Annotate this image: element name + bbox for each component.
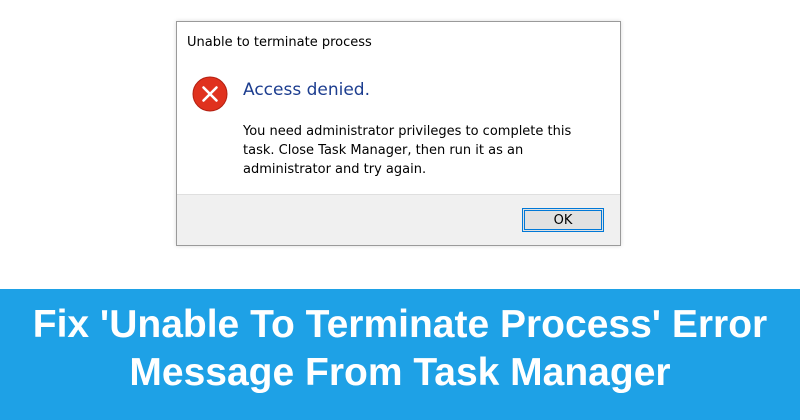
banner-title-line-2: Message From Task Manager [129, 351, 671, 394]
dialog-message: You need administrator privileges to com… [243, 124, 572, 177]
dialog-title: Unable to terminate process [187, 35, 372, 50]
title-banner: Fix 'Unable To Terminate Process' Error … [0, 289, 800, 420]
banner-title: Fix 'Unable To Terminate Process' Error … [0, 301, 800, 397]
dialog-footer: OK [177, 194, 620, 245]
ok-button[interactable]: OK [522, 208, 604, 232]
main-instruction: Access denied. [243, 80, 371, 100]
error-icon [192, 76, 228, 112]
banner-title-line-1: Fix 'Unable To Terminate Process' Error [32, 303, 768, 346]
error-dialog: Unable to terminate process Access denie… [176, 21, 621, 246]
